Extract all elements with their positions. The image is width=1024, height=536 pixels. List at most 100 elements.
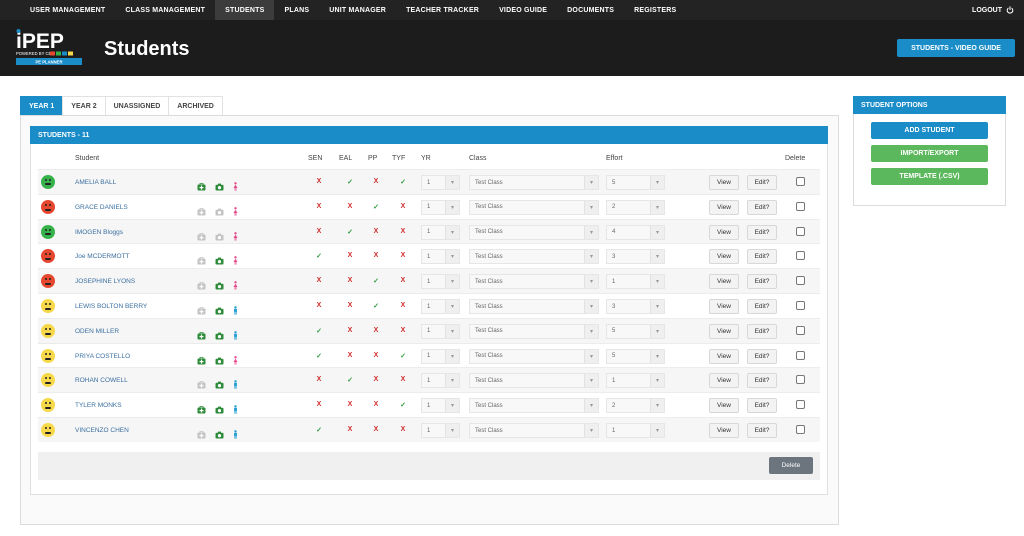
class-select[interactable]: Test Class ▾ [469, 423, 599, 438]
edit-button[interactable]: Edit? [747, 299, 777, 314]
year-select[interactable]: 1 ▾ [421, 423, 460, 438]
year-select[interactable]: 1 ▾ [421, 373, 460, 389]
medical-kit-icon[interactable] [197, 426, 206, 439]
class-select[interactable]: Test Class ▾ [469, 348, 599, 364]
year-select[interactable]: 1 ▾ [421, 274, 460, 290]
nav-item-registers[interactable]: REGISTERS [624, 0, 686, 20]
edit-button[interactable]: Edit? [747, 423, 777, 438]
logout-link[interactable]: LOGOUT [972, 0, 1014, 20]
student-name-link[interactable]: PRIYA COSTELLO [75, 353, 130, 360]
view-button[interactable]: View [709, 199, 739, 215]
year-select[interactable]: 1 ▾ [421, 299, 460, 314]
nav-item-teacher-tracker[interactable]: TEACHER TRACKER [396, 0, 489, 20]
delete-checkbox[interactable] [796, 251, 805, 261]
class-select[interactable]: Test Class ▾ [469, 199, 599, 215]
student-name-link[interactable]: IMOGEN Bloggs [75, 229, 123, 236]
medical-kit-icon[interactable] [197, 252, 206, 265]
effort-select[interactable]: 1 ▾ [606, 423, 665, 438]
delete-checkbox[interactable] [796, 325, 805, 335]
view-button[interactable]: View [709, 274, 739, 290]
camera-icon[interactable] [215, 228, 224, 241]
student-name-link[interactable]: AMELIA BALL [75, 179, 116, 186]
effort-select[interactable]: 1 ▾ [606, 373, 665, 389]
delete-checkbox[interactable] [796, 350, 805, 360]
class-select[interactable]: Test Class ▾ [469, 373, 599, 389]
class-select[interactable]: Test Class ▾ [469, 175, 599, 190]
class-select[interactable]: Test Class ▾ [469, 299, 599, 314]
effort-select[interactable]: 1 ▾ [606, 274, 665, 290]
edit-button[interactable]: Edit? [747, 249, 777, 265]
delete-checkbox[interactable] [796, 226, 805, 236]
class-select[interactable]: Test Class ▾ [469, 224, 599, 240]
camera-icon[interactable] [215, 252, 224, 265]
camera-icon[interactable] [215, 203, 224, 216]
camera-icon[interactable] [215, 178, 224, 191]
camera-icon[interactable] [215, 426, 224, 439]
effort-select[interactable]: 5 ▾ [606, 348, 665, 364]
class-select[interactable]: Test Class ▾ [469, 398, 599, 414]
view-button[interactable]: View [709, 348, 739, 364]
tab-unassigned[interactable]: UNASSIGNED [104, 96, 170, 115]
medical-kit-icon[interactable] [197, 277, 206, 290]
edit-button[interactable]: Edit? [747, 274, 777, 290]
class-select[interactable]: Test Class ▾ [469, 249, 599, 265]
nav-item-plans[interactable]: PLANS [274, 0, 319, 20]
tab-year-1[interactable]: YEAR 1 [20, 96, 64, 115]
medical-kit-icon[interactable] [197, 401, 206, 414]
delete-selected-button[interactable]: Delete [769, 457, 813, 474]
nav-item-video-guide[interactable]: VIDEO GUIDE [489, 0, 557, 20]
add-student-button[interactable]: ADD STUDENT [871, 122, 988, 139]
effort-select[interactable]: 4 ▾ [606, 224, 665, 240]
delete-checkbox[interactable] [796, 301, 805, 310]
effort-select[interactable]: 2 ▾ [606, 199, 665, 215]
medical-kit-icon[interactable] [197, 178, 206, 191]
view-button[interactable]: View [709, 224, 739, 240]
view-button[interactable]: View [709, 398, 739, 414]
nav-item-students[interactable]: STUDENTS [215, 0, 275, 20]
nav-item-documents[interactable]: DOCUMENTS [557, 0, 624, 20]
student-name-link[interactable]: VINCENZO CHEN [75, 427, 129, 434]
year-select[interactable]: 1 ▾ [421, 175, 460, 190]
medical-kit-icon[interactable] [197, 203, 206, 216]
edit-button[interactable]: Edit? [747, 323, 777, 339]
year-select[interactable]: 1 ▾ [421, 249, 460, 265]
import-export-button[interactable]: IMPORT/EXPORT [871, 145, 988, 162]
student-name-link[interactable]: LEWIS BOLTON BERRY [75, 303, 147, 310]
camera-icon[interactable] [215, 277, 224, 290]
tab-year-2[interactable]: YEAR 2 [62, 96, 106, 115]
camera-icon[interactable] [215, 327, 224, 340]
camera-icon[interactable] [215, 352, 224, 365]
student-name-link[interactable]: JOSEPHINE LYONS [75, 278, 135, 285]
class-select[interactable]: Test Class ▾ [469, 323, 599, 339]
view-button[interactable]: View [709, 323, 739, 339]
view-button[interactable]: View [709, 299, 739, 314]
nav-item-user-management[interactable]: USER MANAGEMENT [0, 0, 115, 20]
year-select[interactable]: 1 ▾ [421, 398, 460, 414]
year-select[interactable]: 1 ▾ [421, 199, 460, 215]
delete-checkbox[interactable] [796, 276, 805, 286]
delete-checkbox[interactable] [796, 375, 805, 385]
year-select[interactable]: 1 ▾ [421, 348, 460, 364]
delete-checkbox[interactable] [796, 425, 805, 434]
student-name-link[interactable]: ROHAN COWELL [75, 377, 128, 384]
camera-icon[interactable] [215, 401, 224, 414]
student-name-link[interactable]: TYLER MONKS [75, 402, 122, 409]
edit-button[interactable]: Edit? [747, 373, 777, 389]
effort-select[interactable]: 5 ▾ [606, 323, 665, 339]
effort-select[interactable]: 2 ▾ [606, 398, 665, 414]
student-name-link[interactable]: Joe MCDERMOTT [75, 253, 130, 260]
student-name-link[interactable]: GRACE DANIELS [75, 204, 128, 211]
student-name-link[interactable]: ODEN MILLER [75, 328, 119, 335]
effort-select[interactable]: 3 ▾ [606, 249, 665, 265]
edit-button[interactable]: Edit? [747, 348, 777, 364]
nav-item-unit-manager[interactable]: UNIT MANAGER [319, 0, 396, 20]
edit-button[interactable]: Edit? [747, 199, 777, 215]
edit-button[interactable]: Edit? [747, 398, 777, 414]
effort-select[interactable]: 3 ▾ [606, 299, 665, 314]
year-select[interactable]: 1 ▾ [421, 224, 460, 240]
view-button[interactable]: View [709, 423, 739, 438]
template-csv-button[interactable]: TEMPLATE (.CSV) [871, 168, 988, 185]
view-button[interactable]: View [709, 373, 739, 389]
delete-checkbox[interactable] [796, 400, 805, 410]
medical-kit-icon[interactable] [197, 327, 206, 340]
